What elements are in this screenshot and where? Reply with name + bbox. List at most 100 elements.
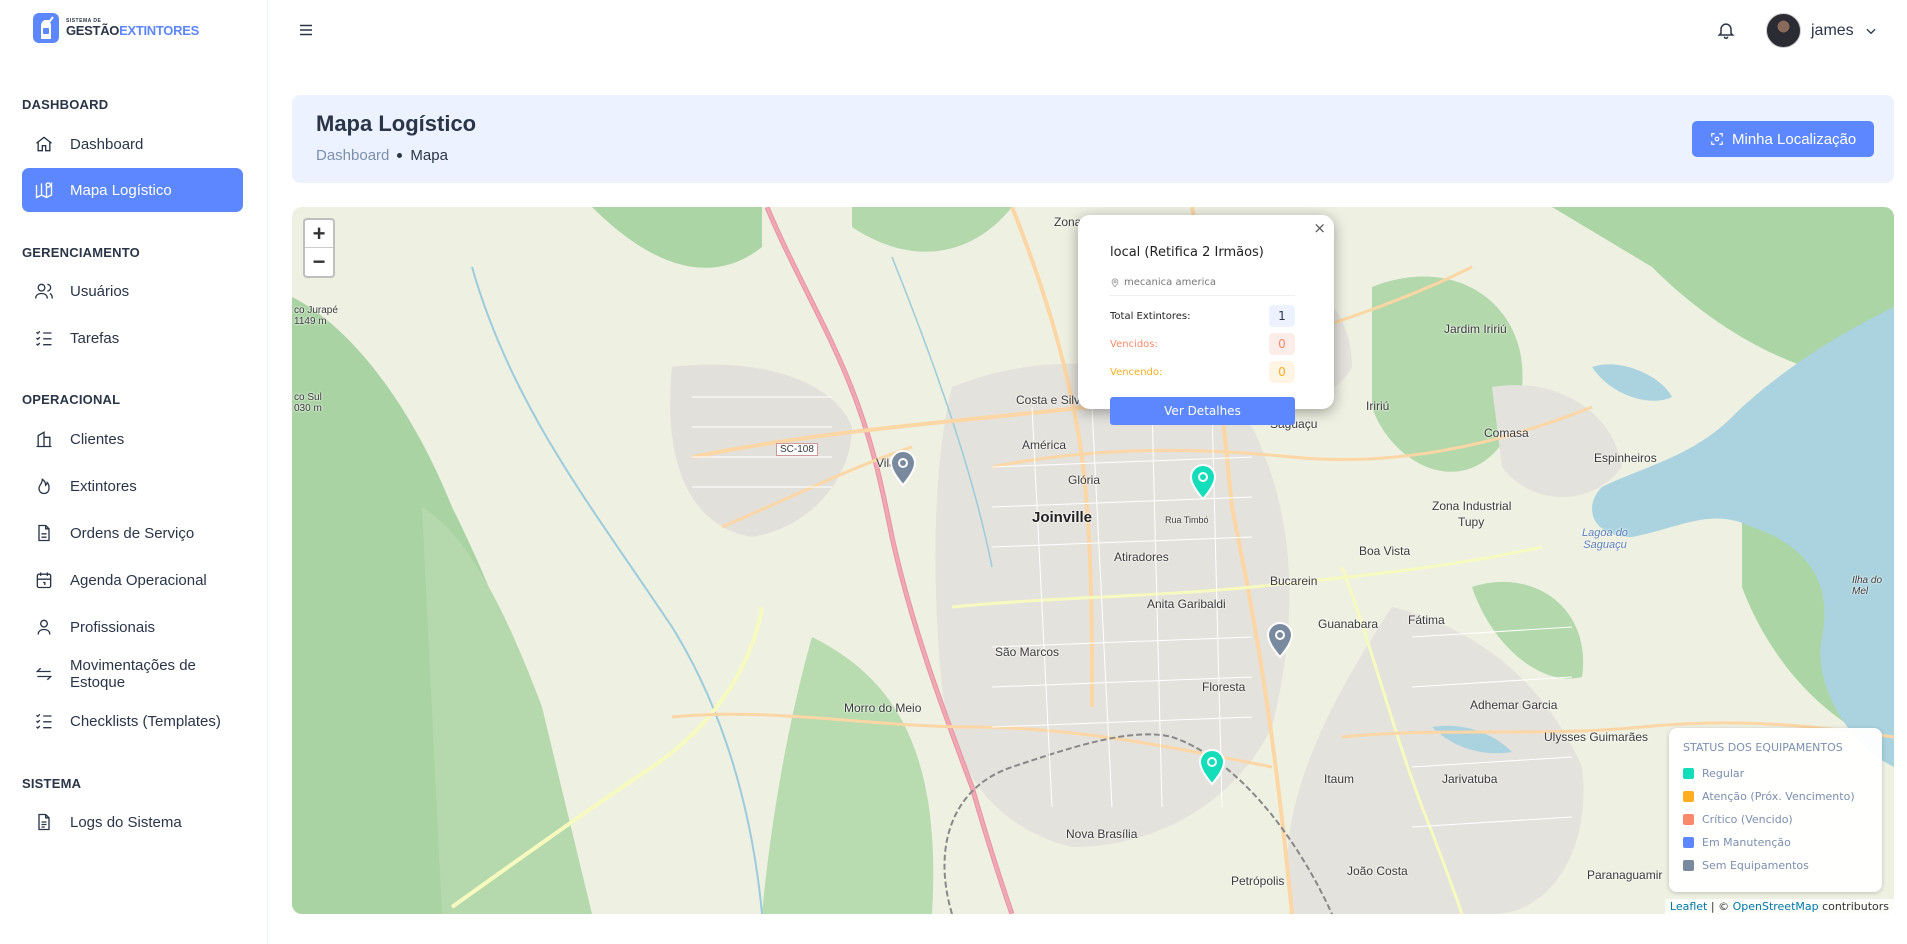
legend-swatch: [1683, 814, 1694, 825]
list-check-icon: [36, 713, 52, 730]
sidebar-item-label: Logs do Sistema: [70, 813, 182, 831]
sidebar-item-profissionais[interactable]: Profissionais: [22, 605, 243, 649]
popup-vencendo-label: Vencendo:: [1110, 366, 1163, 378]
users-icon: [35, 283, 53, 299]
sidebar: SISTEMA DE GESTÃOEXTINTORES DASHBOARD Da…: [0, 0, 268, 944]
section-dashboard: DASHBOARD: [22, 97, 109, 112]
logo-main-text: GESTÃOEXTINTORES: [66, 23, 199, 38]
map-label-lagoa: Lagoa do Saguaçu: [1582, 527, 1628, 551]
popup-address: mecanica america: [1110, 277, 1216, 288]
sidebar-item-label: Agenda Operacional: [70, 571, 207, 589]
building-icon: [36, 431, 52, 448]
map-label-sc108: SC-108: [776, 443, 818, 456]
map-attribution: Leaflet | © OpenStreetMap contributors: [1664, 899, 1894, 914]
map-label-espinheiros: Espinheiros: [1594, 451, 1657, 465]
map-label-adhemar: Adhemar Garcia: [1470, 698, 1558, 712]
legend-swatch: [1683, 837, 1694, 848]
popup-total-value: 1: [1269, 305, 1295, 327]
map-label-anita: Anita Garibaldi: [1147, 597, 1226, 611]
legend-item-manutencao: Em Manutenção: [1683, 831, 1868, 854]
popup-divider: [1110, 295, 1295, 296]
section-sistema: SISTEMA: [22, 776, 82, 791]
map-label-zonaind: Zona Industrial: [1432, 499, 1512, 513]
sidebar-item-logs[interactable]: Logs do Sistema: [22, 800, 243, 844]
map-label-petropolis: Petrópolis: [1231, 874, 1285, 888]
legend-label: Sem Equipamentos: [1702, 859, 1809, 872]
map-label-sul: co Sul 030 m: [294, 392, 322, 414]
sidebar-item-usuarios[interactable]: Usuários: [22, 269, 243, 313]
sidebar-item-mapa-logistico[interactable]: Mapa Logístico: [22, 168, 243, 212]
popup-vencidos-label: Vencidos:: [1110, 338, 1158, 350]
map-icon: [35, 182, 53, 199]
sidebar-item-checklists[interactable]: Checklists (Templates): [22, 699, 243, 743]
map-label-ulysses: Ulysses Guimarães: [1544, 730, 1649, 744]
breadcrumb-dashboard-link[interactable]: Dashboard: [316, 147, 389, 164]
popup-total-row: Total Extintores: 1: [1110, 305, 1295, 327]
file-icon: [38, 524, 50, 542]
calendar-icon: [36, 572, 52, 589]
map-label-ilhamel: Ilha do Mel: [1852, 575, 1883, 597]
menu-toggle-icon[interactable]: [297, 21, 315, 39]
popup-vencidos-value: 0: [1269, 333, 1295, 355]
map-label-paranaguamirim: Paranaguamir: [1587, 868, 1663, 882]
sidebar-item-tarefas[interactable]: Tarefas: [22, 316, 243, 360]
legend-item-regular: Regular: [1683, 762, 1868, 785]
osm-link[interactable]: OpenStreetMap: [1733, 900, 1819, 913]
popup-close-button[interactable]: ×: [1313, 219, 1326, 237]
map-label-gloria: Glória: [1068, 473, 1101, 487]
legend-label: Em Manutenção: [1702, 836, 1791, 849]
map-label-iririu: Iririú: [1366, 399, 1390, 413]
map-label-boavista: Boa Vista: [1359, 544, 1411, 558]
map-label-ruatimbo: Rua Timbó: [1165, 515, 1209, 525]
map-marker-gray[interactable]: [889, 450, 917, 486]
sidebar-item-label: Dashboard: [70, 135, 144, 153]
map-marker-regular[interactable]: [1198, 749, 1226, 785]
map-label-jardimiririu: Jardim Iririú: [1444, 322, 1507, 336]
sidebar-item-label: Extintores: [70, 477, 137, 495]
map-label-tupy: Tupy: [1458, 515, 1485, 529]
map-label-saomarcos: São Marcos: [995, 645, 1060, 659]
crosshair-icon: [1711, 133, 1723, 145]
sidebar-item-agenda[interactable]: Agenda Operacional: [22, 558, 243, 602]
leaflet-link[interactable]: Leaflet: [1670, 900, 1707, 913]
sidebar-item-label: Mapa Logístico: [70, 181, 172, 199]
zoom-in-button[interactable]: +: [305, 220, 333, 248]
map-label-itaum: Itaum: [1324, 772, 1355, 786]
legend-item-sem-equipamentos: Sem Equipamentos: [1683, 854, 1868, 877]
user-name: james: [1811, 21, 1854, 39]
sidebar-item-dashboard[interactable]: Dashboard: [22, 122, 243, 166]
sidebar-item-ordens-servico[interactable]: Ordens de Serviço: [22, 511, 243, 555]
popup-vencendo-value: 0: [1269, 361, 1295, 383]
map-label-joaocosta: João Costa: [1347, 864, 1408, 878]
sidebar-item-label: Usuários: [70, 282, 130, 300]
my-location-button[interactable]: Minha Localização: [1692, 121, 1875, 157]
map-label-novabrasilia: Nova Brasília: [1066, 827, 1138, 841]
sidebar-item-label: Clientes: [70, 430, 125, 448]
map-label-fatima: Fátima: [1408, 613, 1445, 627]
sidebar-item-label: Profissionais: [70, 618, 156, 636]
sidebar-item-movimentacoes[interactable]: Movimentações de Estoque: [22, 652, 243, 696]
ver-detalhes-button[interactable]: Ver Detalhes: [1110, 397, 1295, 425]
map-marker-gray[interactable]: [1266, 622, 1294, 658]
legend-swatch: [1683, 860, 1694, 871]
map-label-joinville: Joinville: [1032, 509, 1093, 526]
avatar: [1766, 13, 1801, 48]
sidebar-item-label: Tarefas: [70, 329, 120, 347]
attribution-sep: | ©: [1707, 900, 1733, 913]
legend-label: Crítico (Vencido): [1702, 813, 1793, 826]
map-container[interactable]: Joinville América Saguaçu Glória Atirado…: [292, 207, 1894, 914]
legend-swatch: [1683, 791, 1694, 802]
breadcrumb: Dashboard Mapa: [316, 147, 448, 164]
map-marker-regular-selected[interactable]: [1189, 464, 1217, 500]
logo[interactable]: SISTEMA DE GESTÃOEXTINTORES: [30, 11, 199, 45]
notification-bell-icon[interactable]: [1716, 20, 1736, 40]
user-menu[interactable]: james: [1766, 13, 1878, 48]
sidebar-item-clientes[interactable]: Clientes: [22, 417, 243, 461]
marker-popup: × local (Retifica 2 Irmãos) mecanica ame…: [1078, 215, 1334, 419]
flame-icon: [38, 478, 50, 495]
status-legend: STATUS DOS EQUIPAMENTOS Regular Atenção …: [1669, 728, 1882, 892]
user-icon: [37, 619, 51, 635]
zoom-out-button[interactable]: −: [305, 248, 333, 276]
sidebar-item-extintores[interactable]: Extintores: [22, 464, 243, 508]
file-text-icon: [38, 813, 50, 831]
